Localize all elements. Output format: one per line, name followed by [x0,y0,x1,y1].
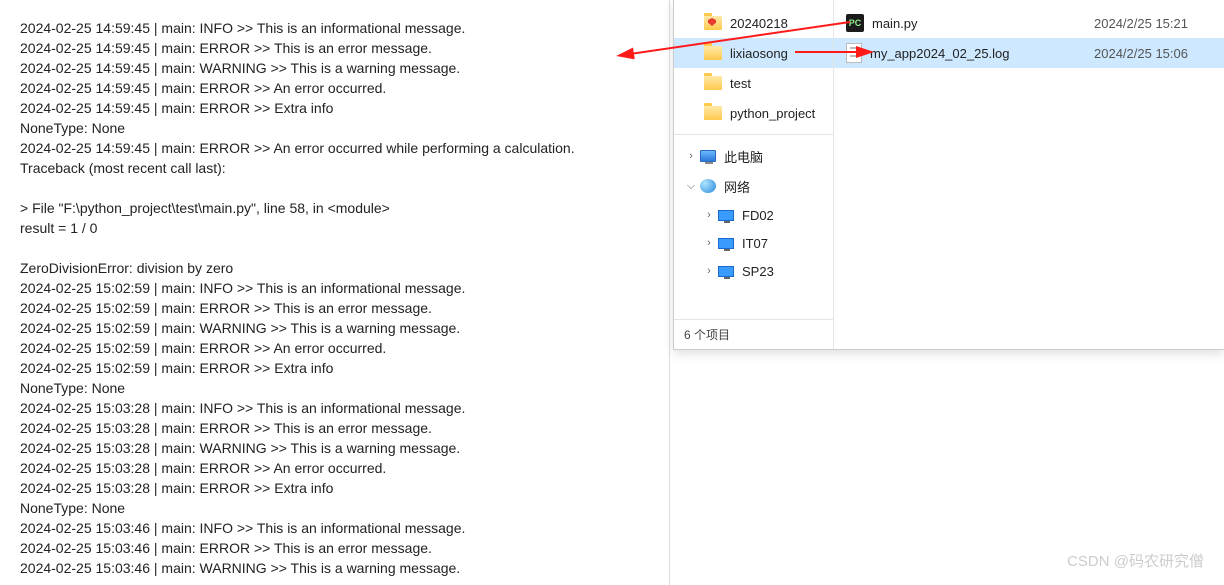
file-row-main-py[interactable]: PC main.py 2024/2/25 15:21 [834,8,1224,38]
nav-folder-label: test [730,76,751,91]
navigation-pane: 20240218 lixiaosong test python_project … [674,0,834,349]
log-line: NoneType: None [20,118,649,138]
log-line: 2024-02-25 15:02:59 | main: WARNING >> T… [20,318,649,338]
nav-network-fd02[interactable]: › FD02 [674,201,833,229]
log-line: 2024-02-25 15:02:59 | main: INFO >> This… [20,278,649,298]
log-line: Traceback (most recent call last): [20,158,649,178]
nav-folder-test[interactable]: test [674,68,833,98]
log-line: 2024-02-25 15:03:46 | main: INFO >> This… [20,518,649,538]
log-viewer-pane: 2024-02-25 14:59:45 | main: INFO >> This… [0,0,670,585]
nav-network-sp23[interactable]: › SP23 [674,257,833,285]
log-line: 2024-02-25 15:03:46 | main: WARNING >> T… [20,558,649,578]
log-line [20,178,649,198]
divider [674,134,833,135]
nav-folder-lixiaosong[interactable]: lixiaosong [674,38,833,68]
chevron-right-icon: › [684,150,698,162]
log-line: 2024-02-25 15:03:46 | main: ERROR >> Thi… [20,538,649,558]
folder-icon [704,46,722,60]
file-explorer-window: 20240218 lixiaosong test python_project … [673,0,1224,350]
network-icon [700,179,716,193]
nav-host-label: SP23 [742,264,774,279]
log-line: 2024-02-25 14:59:45 | main: ERROR >> Thi… [20,38,649,58]
log-content[interactable]: 2024-02-25 14:59:45 | main: INFO >> This… [20,18,649,578]
file-date: 2024/2/25 15:06 [1094,46,1214,61]
log-line: 2024-02-25 15:03:28 | main: ERROR >> Thi… [20,418,649,438]
nav-network[interactable]: ⌵ 网络 [674,171,833,201]
monitor-icon [718,238,734,249]
nav-this-pc[interactable]: › 此电脑 [674,141,833,171]
log-line: 2024-02-25 14:59:45 | main: ERROR >> Ext… [20,98,649,118]
log-line: 2024-02-25 15:03:28 | main: WARNING >> T… [20,438,649,458]
chevron-down-icon: ⌵ [684,180,698,193]
chevron-right-icon: › [702,209,716,221]
monitor-icon [718,266,734,277]
folder-icon [704,106,722,120]
log-line: 2024-02-25 14:59:45 | main: ERROR >> An … [20,138,649,158]
log-line: ZeroDivisionError: division by zero [20,258,649,278]
log-line: NoneType: None [20,378,649,398]
log-line: 2024-02-25 15:02:59 | main: ERROR >> Thi… [20,298,649,318]
nav-host-label: IT07 [742,236,768,251]
log-line: 2024-02-25 14:59:45 | main: ERROR >> An … [20,78,649,98]
log-line: 2024-02-25 14:59:45 | main: INFO >> This… [20,18,649,38]
nav-folder-20240218[interactable]: 20240218 [674,8,833,38]
nav-folder-label: 20240218 [730,16,788,31]
status-bar-item-count: 6 个项目 [674,319,833,349]
python-file-icon: PC [846,14,864,32]
log-line: 2024-02-25 14:59:45 | main: WARNING >> T… [20,58,649,78]
file-list-pane[interactable]: PC main.py 2024/2/25 15:21 my_app2024_02… [834,0,1224,349]
chevron-right-icon: › [702,265,716,277]
log-line: 2024-02-25 15:03:28 | main: ERROR >> An … [20,458,649,478]
log-line: 2024-02-25 15:02:59 | main: ERROR >> An … [20,338,649,358]
file-row-log[interactable]: my_app2024_02_25.log 2024/2/25 15:06 [834,38,1224,68]
monitor-icon [718,210,734,221]
file-date: 2024/2/25 15:21 [1094,16,1214,31]
log-line: 2024-02-25 15:03:28 | main: ERROR >> Ext… [20,478,649,498]
log-line: 2024-02-25 15:03:28 | main: INFO >> This… [20,398,649,418]
chevron-right-icon: › [702,237,716,249]
log-line: result = 1 / 0 [20,218,649,238]
log-line: NoneType: None [20,498,649,518]
folder-icon [704,76,722,90]
log-line: 2024-02-25 15:02:59 | main: ERROR >> Ext… [20,358,649,378]
file-name: main.py [872,16,1094,31]
pc-icon [700,150,716,162]
nav-network-it07[interactable]: › IT07 [674,229,833,257]
watermark: CSDN @码农研究僧 [1067,550,1204,571]
log-file-icon [846,43,862,63]
nav-network-label: 网络 [724,177,750,196]
nav-this-pc-label: 此电脑 [724,147,763,166]
nav-folder-label: lixiaosong [730,46,788,61]
file-name: my_app2024_02_25.log [870,46,1094,61]
log-line [20,238,649,258]
folder-shield-icon [704,16,722,30]
nav-folder-python-project[interactable]: python_project [674,98,833,128]
log-line: > File "F:\python_project\test\main.py",… [20,198,649,218]
nav-folder-label: python_project [730,106,815,121]
nav-host-label: FD02 [742,208,774,223]
